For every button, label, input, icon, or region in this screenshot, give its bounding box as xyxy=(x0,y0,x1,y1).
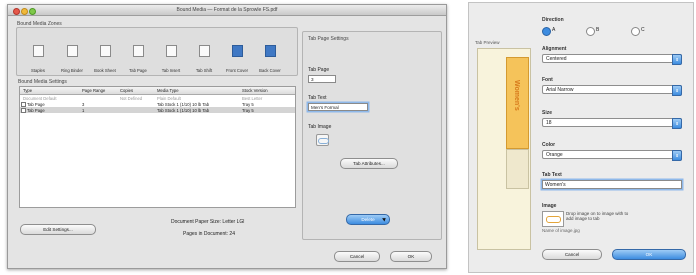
panel-cancel-button[interactable]: Cancel xyxy=(542,249,602,260)
edit-settings-button[interactable]: Edit Settings... xyxy=(20,224,96,235)
direction-radio-a[interactable] xyxy=(542,27,551,36)
tab-text-field-label: Tab Text xyxy=(308,95,327,101)
image-placeholder-icon xyxy=(546,216,561,223)
dialog-title: Bound Media — Format de la Sprowle FS.pd… xyxy=(176,7,278,13)
bound-media-dialog: Bound Media — Format de la Sprowle FS.pd… xyxy=(7,4,447,269)
row-checkbox[interactable] xyxy=(21,107,26,113)
column-header-media-type[interactable]: Media Type xyxy=(157,88,179,93)
tab-shift-tool[interactable]: Tab Shift xyxy=(189,45,219,73)
book-sheet-tool[interactable]: Book Sheet xyxy=(90,45,120,73)
direction-radio-b[interactable] xyxy=(586,27,595,36)
image-filename: Name of image.jpg xyxy=(542,228,580,233)
image-label: Image xyxy=(542,203,557,209)
tab-text-field[interactable]: Women's xyxy=(542,180,682,189)
image-placeholder-icon xyxy=(318,138,329,144)
popup-arrows-icon: ⬍ xyxy=(672,118,682,129)
column-header-copies[interactable]: Copies xyxy=(120,88,133,93)
front-cover-icon xyxy=(231,45,243,57)
book-sheet-icon xyxy=(99,45,111,57)
size-value: 18 xyxy=(546,120,552,126)
alignment-popup[interactable]: Centered ⬍ xyxy=(542,54,682,65)
preview-tab: Women's xyxy=(506,57,529,149)
cancel-button[interactable]: Cancel xyxy=(334,251,380,262)
preview-tab-next xyxy=(506,149,529,189)
font-label: Font xyxy=(542,77,553,83)
size-popup[interactable]: 18 ⬍ xyxy=(542,118,682,129)
panel-ok-button[interactable]: OK xyxy=(612,249,686,260)
table-cell: Tab Stock 1 (1/10) 10 lb Tab xyxy=(157,108,210,114)
column-header-page-range[interactable]: Page Range xyxy=(82,88,105,93)
front-cover-tool[interactable]: Front Cover xyxy=(222,45,252,73)
tab-shift-label: Tab Shift xyxy=(195,68,213,73)
direction-label: Direction xyxy=(542,17,564,23)
size-label: Size xyxy=(542,110,553,116)
image-hint: Drop image on to image with to add image… xyxy=(566,211,629,221)
tab-page-label: Tab Page xyxy=(129,68,147,73)
popup-arrows-icon: ⬍ xyxy=(672,85,682,96)
color-label: Color xyxy=(542,142,556,148)
image-well[interactable] xyxy=(542,211,564,227)
tab-attributes-panel: Direction A B C Tab Preview Women's Alig… xyxy=(468,2,694,273)
color-value: Orange xyxy=(546,152,563,158)
media-settings-label: Bound Media Settings xyxy=(18,79,67,85)
pages-in-document: Pages in Document: 24 xyxy=(183,231,235,237)
table-header: Type Page Range Copies Media Type Stock … xyxy=(20,87,295,95)
document-paper-size: Document Paper Size: Letter LGl xyxy=(171,219,245,225)
direction-option-b: B xyxy=(596,27,600,33)
book-sheet-label: Book Sheet xyxy=(94,68,116,73)
tab-settings-label: Tab Page Settings xyxy=(308,36,349,42)
back-cover-label: Back Cover xyxy=(259,68,281,73)
alignment-label: Alignment xyxy=(542,46,567,52)
ring-binder-icon xyxy=(66,45,78,57)
direction-option-c: C xyxy=(641,27,645,33)
table-cell: Tray 5 xyxy=(242,108,254,114)
font-popup[interactable]: Arial Narrow ⬍ xyxy=(542,85,682,96)
ring-binder-label: Ring Binder xyxy=(61,68,83,73)
tab-shift-icon xyxy=(198,45,210,57)
tab-insert-label: Tab Insert xyxy=(161,68,181,73)
tab-page-tool[interactable]: Tab Page xyxy=(123,45,153,73)
media-settings-table: Type Page Range Copies Media Type Stock … xyxy=(19,86,296,208)
font-value: Arial Narrow xyxy=(546,87,574,93)
ok-button[interactable]: OK xyxy=(390,251,432,262)
column-header-type[interactable]: Type xyxy=(23,88,32,93)
media-zones-label: Bound Media Zones xyxy=(17,21,62,27)
tab-preview: Women's xyxy=(477,48,531,250)
back-cover-tool[interactable]: Back Cover xyxy=(255,45,285,73)
back-cover-icon xyxy=(264,45,276,57)
tab-page-icon xyxy=(132,45,144,57)
tab-insert-tool[interactable]: Tab Insert xyxy=(156,45,186,73)
table-cell: Tab Page xyxy=(27,108,45,114)
tab-image-label: Tab Image xyxy=(308,124,332,130)
preview-tab-text: Women's xyxy=(513,80,520,111)
tab-text-label: Tab Text xyxy=(542,172,562,178)
staples-label: Staples xyxy=(31,68,45,73)
direction-radio-c[interactable] xyxy=(631,27,640,36)
column-header-stock-version[interactable]: Stock Version xyxy=(242,88,268,93)
tab-text-field[interactable]: Men's Formal xyxy=(308,103,368,111)
staples-tool[interactable]: Staples xyxy=(23,45,53,73)
tab-page-field[interactable]: 3 xyxy=(308,75,336,83)
color-popup[interactable]: Orange ⬍ xyxy=(542,150,682,161)
popup-arrows-icon: ⬍ xyxy=(672,150,682,161)
tab-insert-icon xyxy=(165,45,177,57)
direction-option-a: A xyxy=(552,27,556,33)
front-cover-label: Front Cover xyxy=(225,68,249,73)
tab-image-well[interactable] xyxy=(316,134,329,146)
table-row-selected[interactable]: Tab Page 1 Tab Stock 1 (1/10) 10 lb Tab … xyxy=(20,107,295,113)
staples-icon xyxy=(32,45,44,57)
alignment-value: Centered xyxy=(546,56,567,62)
title-bar: Bound Media — Format de la Sprowle FS.pd… xyxy=(8,5,446,16)
popup-arrows-icon: ⬍ xyxy=(672,54,682,65)
tab-page-field-label: Tab Page xyxy=(308,67,330,73)
table-cell: 1 xyxy=(82,108,85,114)
tab-attributes-button[interactable]: Tab Attributes... xyxy=(340,158,398,169)
tab-preview-label: Tab Preview xyxy=(475,40,500,45)
ring-binder-tool[interactable]: Ring Binder xyxy=(57,45,87,73)
